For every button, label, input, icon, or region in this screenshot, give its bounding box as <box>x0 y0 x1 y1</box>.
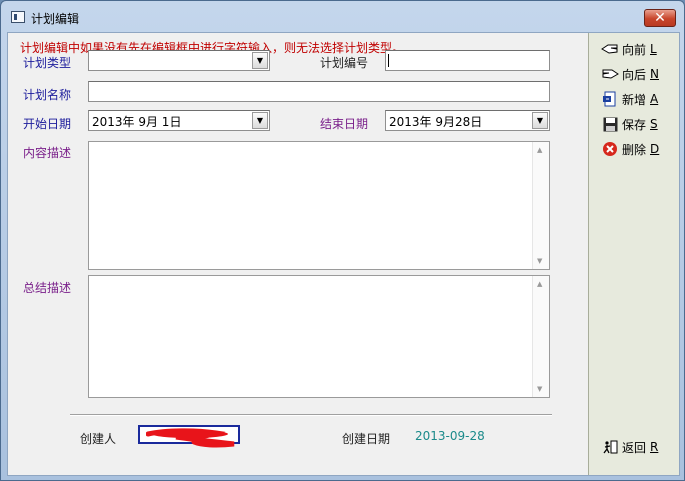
window-icon <box>11 11 25 23</box>
scroll-up-icon[interactable]: ▲ <box>537 280 542 288</box>
action-panel: 向前 L 向后 N 新增 A 保存 S 删除 D 返回 R <box>588 33 679 475</box>
scroll-down-icon[interactable]: ▼ <box>537 385 542 393</box>
end-date-value: 2013年 9月28日 <box>389 115 483 129</box>
content-scrollbar[interactable]: ▲ ▼ <box>532 142 549 269</box>
plan-name-label: 计划名称 <box>23 88 72 102</box>
prev-button-label: 向前 <box>622 42 647 57</box>
return-hotkey: R <box>650 440 659 454</box>
plan-type-select[interactable]: ▼ <box>88 50 270 71</box>
add-button-label: 新增 <box>622 92 647 107</box>
plan-edit-window: 计划编辑 ✕ 计划编辑中如果没有先在编辑框中进行字符输入，则无法选择计划类型。 … <box>0 0 685 481</box>
next-button-label: 向后 <box>622 67 647 82</box>
content-desc-textarea[interactable]: ▲ ▼ <box>88 141 550 270</box>
exit-icon <box>601 439 619 455</box>
end-date-label: 结束日期 <box>320 117 369 131</box>
hand-right-icon <box>601 66 619 82</box>
chevron-down-icon[interactable]: ▼ <box>532 112 548 129</box>
delete-button-label: 删除 <box>622 142 647 157</box>
chevron-down-icon[interactable]: ▼ <box>252 52 268 69</box>
chevron-down-icon[interactable]: ▼ <box>252 112 268 129</box>
title-bar[interactable]: 计划编辑 ✕ <box>1 1 684 33</box>
created-date-value: 2013-09-28 <box>415 429 485 443</box>
plan-name-input[interactable] <box>88 81 550 102</box>
redaction-scribble <box>146 428 235 448</box>
form-client-area: 计划编辑中如果没有先在编辑框中进行字符输入，则无法选择计划类型。 计划类型 ▼ … <box>7 32 680 476</box>
return-button[interactable]: 返回 R <box>601 438 658 456</box>
delete-hotkey: D <box>650 142 660 156</box>
prev-hotkey: L <box>650 42 657 56</box>
save-button[interactable]: 保存 S <box>601 115 658 133</box>
save-hotkey: S <box>650 117 658 131</box>
close-button[interactable]: ✕ <box>644 9 676 27</box>
content-desc-label: 内容描述 <box>23 146 72 160</box>
add-button[interactable]: 新增 A <box>601 90 658 108</box>
created-date-label: 创建日期 <box>342 432 391 446</box>
plan-number-input[interactable] <box>385 50 550 71</box>
delete-icon <box>601 141 619 157</box>
summary-desc-label: 总结描述 <box>23 281 72 295</box>
next-hotkey: N <box>650 67 659 81</box>
add-hotkey: A <box>650 92 659 106</box>
floppy-icon <box>601 116 619 132</box>
window-title: 计划编辑 <box>31 12 80 26</box>
start-date-picker[interactable]: 2013年 9月 1日 ▼ <box>88 110 270 131</box>
text-caret <box>388 54 389 67</box>
save-button-label: 保存 <box>622 117 647 132</box>
plan-number-label: 计划编号 <box>320 56 369 70</box>
start-date-value: 2013年 9月 1日 <box>92 115 182 129</box>
next-button[interactable]: 向后 N <box>601 65 659 83</box>
return-button-label: 返回 <box>622 440 647 455</box>
new-doc-icon <box>601 91 619 107</box>
delete-button[interactable]: 删除 D <box>601 140 659 158</box>
prev-button[interactable]: 向前 L <box>601 40 657 58</box>
summary-scrollbar[interactable]: ▲ ▼ <box>532 276 549 397</box>
summary-desc-textarea[interactable]: ▲ ▼ <box>88 275 550 398</box>
creator-label: 创建人 <box>80 432 117 446</box>
start-date-label: 开始日期 <box>23 117 72 131</box>
end-date-picker[interactable]: 2013年 9月28日 ▼ <box>385 110 550 131</box>
plan-type-label: 计划类型 <box>23 56 72 70</box>
scroll-down-icon[interactable]: ▼ <box>537 257 542 265</box>
scroll-up-icon[interactable]: ▲ <box>537 146 542 154</box>
footer-divider <box>70 414 552 416</box>
hand-left-icon <box>601 41 619 57</box>
